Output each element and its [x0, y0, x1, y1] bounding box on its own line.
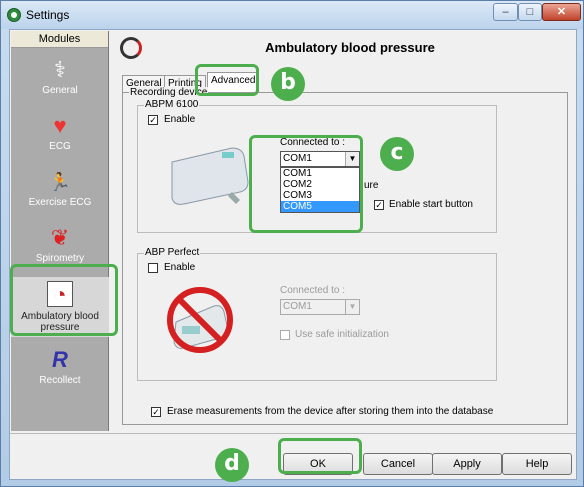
sidebar-item-ecg[interactable]: ♥ ECG — [11, 109, 109, 165]
sidebar-header: Modules — [11, 31, 108, 48]
partially-hidden-label: ure — [364, 180, 379, 191]
sidebar-item-label: General — [42, 85, 78, 96]
abp-perfect-group: ABP Perfect Enable Connected to : COM1 ▼ — [137, 247, 497, 381]
abpm-legend: ABPM 6100 — [144, 99, 200, 111]
callout-badge-c: c — [380, 137, 414, 171]
ecg-heart-icon: ♥ — [53, 113, 67, 138]
footer-divider — [10, 433, 576, 434]
abp-perfect-enable-label: Enable — [164, 262, 196, 273]
erase-measurements-checkbox[interactable]: ✓ — [151, 407, 161, 417]
sidebar-item-label: Spirometry — [35, 253, 85, 264]
callout-badge-b: b — [271, 67, 305, 101]
page-title: Ambulatory blood pressure — [265, 40, 435, 55]
abp-perfect-legend: ABP Perfect — [144, 247, 201, 259]
abp-perfect-connected-label: Connected to : — [280, 285, 346, 296]
cancel-button[interactable]: Cancel — [363, 453, 433, 475]
enable-start-button-checkbox[interactable]: ✓ — [374, 200, 384, 210]
lungs-icon: ❦ — [50, 225, 70, 250]
sidebar-item-label: Exercise ECG — [28, 197, 92, 208]
modules-sidebar: Modules ⚕ General ♥ ECG 🏃 Exercise ECG ❦… — [11, 31, 109, 431]
app-icon — [7, 8, 21, 22]
safe-initialization-checkbox[interactable] — [280, 330, 290, 340]
sidebar-item-label: ECG — [49, 141, 71, 152]
window-title: Settings — [26, 8, 70, 22]
erase-measurements-label: Erase measurements from the device after… — [167, 406, 494, 417]
unsupported-device-image — [167, 287, 233, 353]
runner-icon: 🏃 — [48, 172, 72, 192]
callout-badge-d: d — [215, 448, 249, 482]
recollect-icon: R — [52, 347, 68, 372]
help-button[interactable]: Help — [502, 453, 572, 475]
enable-start-button-label: Enable start button — [389, 199, 473, 210]
close-button[interactable]: ✕ — [542, 3, 581, 21]
minimize-button[interactable]: – — [493, 3, 518, 21]
maximize-button[interactable]: □ — [518, 3, 542, 21]
safe-initialization-label: Use safe initialization — [295, 329, 389, 340]
abpm-device-image — [171, 147, 249, 205]
sidebar-item-recollect[interactable]: R Recollect — [11, 343, 109, 399]
abpm-enable-label: Enable — [164, 114, 196, 125]
abp-perfect-port-value: COM1 — [283, 301, 312, 312]
sidebar-item-exercise-ecg[interactable]: 🏃 Exercise ECG — [11, 165, 109, 221]
abp-perfect-enable-checkbox[interactable] — [148, 263, 158, 273]
callout-frame-advanced-tab — [195, 64, 259, 96]
abpm-enable-checkbox[interactable]: ✓ — [148, 115, 158, 125]
chevron-down-icon[interactable]: ▼ — [345, 300, 359, 314]
stethoscope-icon: ⚕ — [54, 57, 66, 82]
abp-perfect-port-select[interactable]: COM1 ▼ — [280, 299, 360, 315]
blood-pressure-icon — [120, 37, 142, 59]
sidebar-item-general[interactable]: ⚕ General — [11, 53, 109, 109]
apply-button[interactable]: Apply — [432, 453, 502, 475]
title-bar: Settings – □ ✕ — [1, 1, 583, 29]
callout-frame-ok-button — [278, 438, 362, 474]
callout-frame-sidebar — [10, 264, 118, 336]
sidebar-item-label: Recollect — [39, 375, 81, 386]
callout-frame-port-dropdown — [249, 135, 363, 233]
